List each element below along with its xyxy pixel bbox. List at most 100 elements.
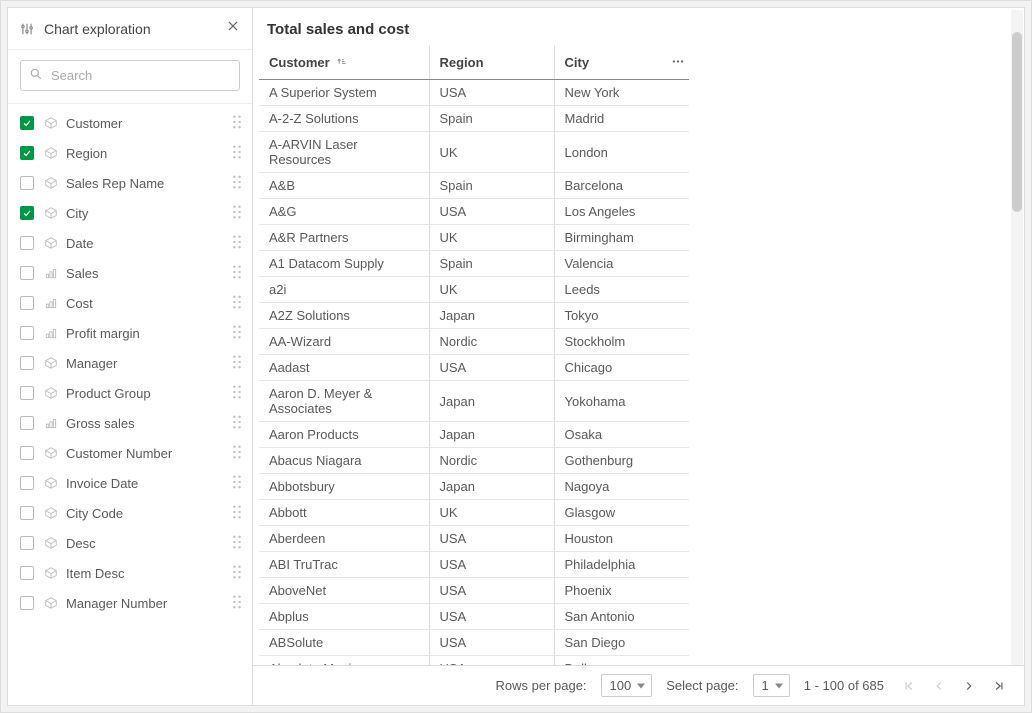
drag-handle-icon[interactable]	[228, 115, 246, 132]
prev-page-button[interactable]	[928, 675, 950, 697]
table-row[interactable]: AboveNetUSAPhoenix	[259, 578, 689, 604]
drag-handle-icon[interactable]	[228, 265, 246, 282]
field-item[interactable]: Desc	[8, 528, 252, 558]
table-cell: Nagoya	[554, 474, 689, 500]
table-row[interactable]: AbplusUSASan Antonio	[259, 604, 689, 630]
field-checkbox[interactable]	[20, 206, 34, 220]
field-checkbox[interactable]	[20, 146, 34, 160]
field-checkbox[interactable]	[20, 416, 34, 430]
table-cell: Nordic	[429, 448, 554, 474]
field-checkbox[interactable]	[20, 326, 34, 340]
table-row[interactable]: ABSoluteUSASan Diego	[259, 630, 689, 656]
last-page-button[interactable]	[988, 675, 1010, 697]
field-checkbox[interactable]	[20, 266, 34, 280]
table-row[interactable]: A2Z SolutionsJapanTokyo	[259, 303, 689, 329]
table-row[interactable]: A&R PartnersUKBirmingham	[259, 225, 689, 251]
column-header-region[interactable]: Region	[429, 46, 554, 80]
field-item[interactable]: Date	[8, 228, 252, 258]
table-row[interactable]: Abacus NiagaraNordicGothenburg	[259, 448, 689, 474]
field-checkbox[interactable]	[20, 356, 34, 370]
drag-handle-icon[interactable]	[228, 415, 246, 432]
field-label: Desc	[66, 536, 228, 551]
drag-handle-icon[interactable]	[228, 235, 246, 252]
drag-handle-icon[interactable]	[228, 595, 246, 612]
field-item[interactable]: Item Desc	[8, 558, 252, 588]
drag-handle-icon[interactable]	[228, 565, 246, 582]
table-row[interactable]: AA-WizardNordicStockholm	[259, 329, 689, 355]
field-item[interactable]: Manager Number	[8, 588, 252, 618]
drag-handle-icon[interactable]	[228, 355, 246, 372]
field-checkbox[interactable]	[20, 386, 34, 400]
table-row[interactable]: A-2-Z SolutionsSpainMadrid	[259, 106, 689, 132]
field-checkbox[interactable]	[20, 296, 34, 310]
search-box[interactable]	[20, 60, 240, 91]
field-checkbox[interactable]	[20, 536, 34, 550]
page-select[interactable]: 1	[753, 674, 790, 697]
table-row[interactable]: A&BSpainBarcelona	[259, 173, 689, 199]
field-item[interactable]: Gross sales	[8, 408, 252, 438]
drag-handle-icon[interactable]	[228, 535, 246, 552]
field-item[interactable]: Sales Rep Name	[8, 168, 252, 198]
column-header-customer[interactable]: Customer	[259, 46, 429, 80]
rows-per-page-label: Rows per page:	[495, 678, 586, 693]
field-checkbox[interactable]	[20, 236, 34, 250]
field-item[interactable]: Product Group	[8, 378, 252, 408]
field-item[interactable]: Region	[8, 138, 252, 168]
field-checkbox[interactable]	[20, 116, 34, 130]
table-cell: Dallas	[554, 656, 689, 666]
drag-handle-icon[interactable]	[228, 145, 246, 162]
panel-title: Chart exploration	[44, 21, 226, 37]
table-row[interactable]: AbbottUKGlasgow	[259, 500, 689, 526]
table-row[interactable]: Aaron ProductsJapanOsaka	[259, 422, 689, 448]
scrollbar-thumb[interactable]	[1012, 32, 1022, 212]
table-cell: Spain	[429, 106, 554, 132]
field-item[interactable]: Manager	[8, 348, 252, 378]
field-item[interactable]: Invoice Date	[8, 468, 252, 498]
field-item[interactable]: Sales	[8, 258, 252, 288]
sliders-icon	[20, 22, 34, 36]
drag-handle-icon[interactable]	[228, 295, 246, 312]
field-item[interactable]: Customer	[8, 108, 252, 138]
drag-handle-icon[interactable]	[228, 175, 246, 192]
field-checkbox[interactable]	[20, 446, 34, 460]
table-row[interactable]: Aaron D. Meyer & AssociatesJapanYokohama	[259, 381, 689, 422]
field-item[interactable]: Profit margin	[8, 318, 252, 348]
column-header-city[interactable]: City	[554, 46, 689, 80]
drag-handle-icon[interactable]	[228, 325, 246, 342]
table-row[interactable]: ABI TruTracUSAPhiladelphia	[259, 552, 689, 578]
rows-per-page-select[interactable]: 100	[601, 674, 653, 697]
table-row[interactable]: a2iUKLeeds	[259, 277, 689, 303]
drag-handle-icon[interactable]	[228, 385, 246, 402]
dimension-icon	[44, 176, 58, 190]
first-page-button[interactable]	[898, 675, 920, 697]
drag-handle-icon[interactable]	[228, 505, 246, 522]
table-scroll[interactable]: Customer Region City	[259, 46, 1024, 665]
field-item[interactable]: City Code	[8, 498, 252, 528]
table-row[interactable]: A1 Datacom SupplySpainValencia	[259, 251, 689, 277]
table-row[interactable]: Absolute MagicUSADallas	[259, 656, 689, 666]
table-row[interactable]: AberdeenUSAHouston	[259, 526, 689, 552]
field-checkbox[interactable]	[20, 476, 34, 490]
field-checkbox[interactable]	[20, 506, 34, 520]
field-checkbox[interactable]	[20, 566, 34, 580]
field-item[interactable]: City	[8, 198, 252, 228]
measure-icon	[44, 326, 58, 340]
next-page-button[interactable]	[958, 675, 980, 697]
table-row[interactable]: A-ARVIN Laser ResourcesUKLondon	[259, 132, 689, 173]
drag-handle-icon[interactable]	[228, 445, 246, 462]
table-cell: USA	[429, 604, 554, 630]
field-item[interactable]: Customer Number	[8, 438, 252, 468]
field-item[interactable]: Cost	[8, 288, 252, 318]
search-input[interactable]	[49, 67, 231, 84]
table-row[interactable]: A Superior SystemUSANew York	[259, 80, 689, 106]
close-icon[interactable]	[226, 19, 240, 38]
table-row[interactable]: AbbotsburyJapanNagoya	[259, 474, 689, 500]
field-checkbox[interactable]	[20, 176, 34, 190]
column-menu-icon[interactable]	[671, 54, 685, 71]
drag-handle-icon[interactable]	[228, 205, 246, 222]
table-row[interactable]: A&GUSALos Angeles	[259, 199, 689, 225]
field-label: Manager	[66, 356, 228, 371]
table-row[interactable]: AadastUSAChicago	[259, 355, 689, 381]
field-checkbox[interactable]	[20, 596, 34, 610]
drag-handle-icon[interactable]	[228, 475, 246, 492]
